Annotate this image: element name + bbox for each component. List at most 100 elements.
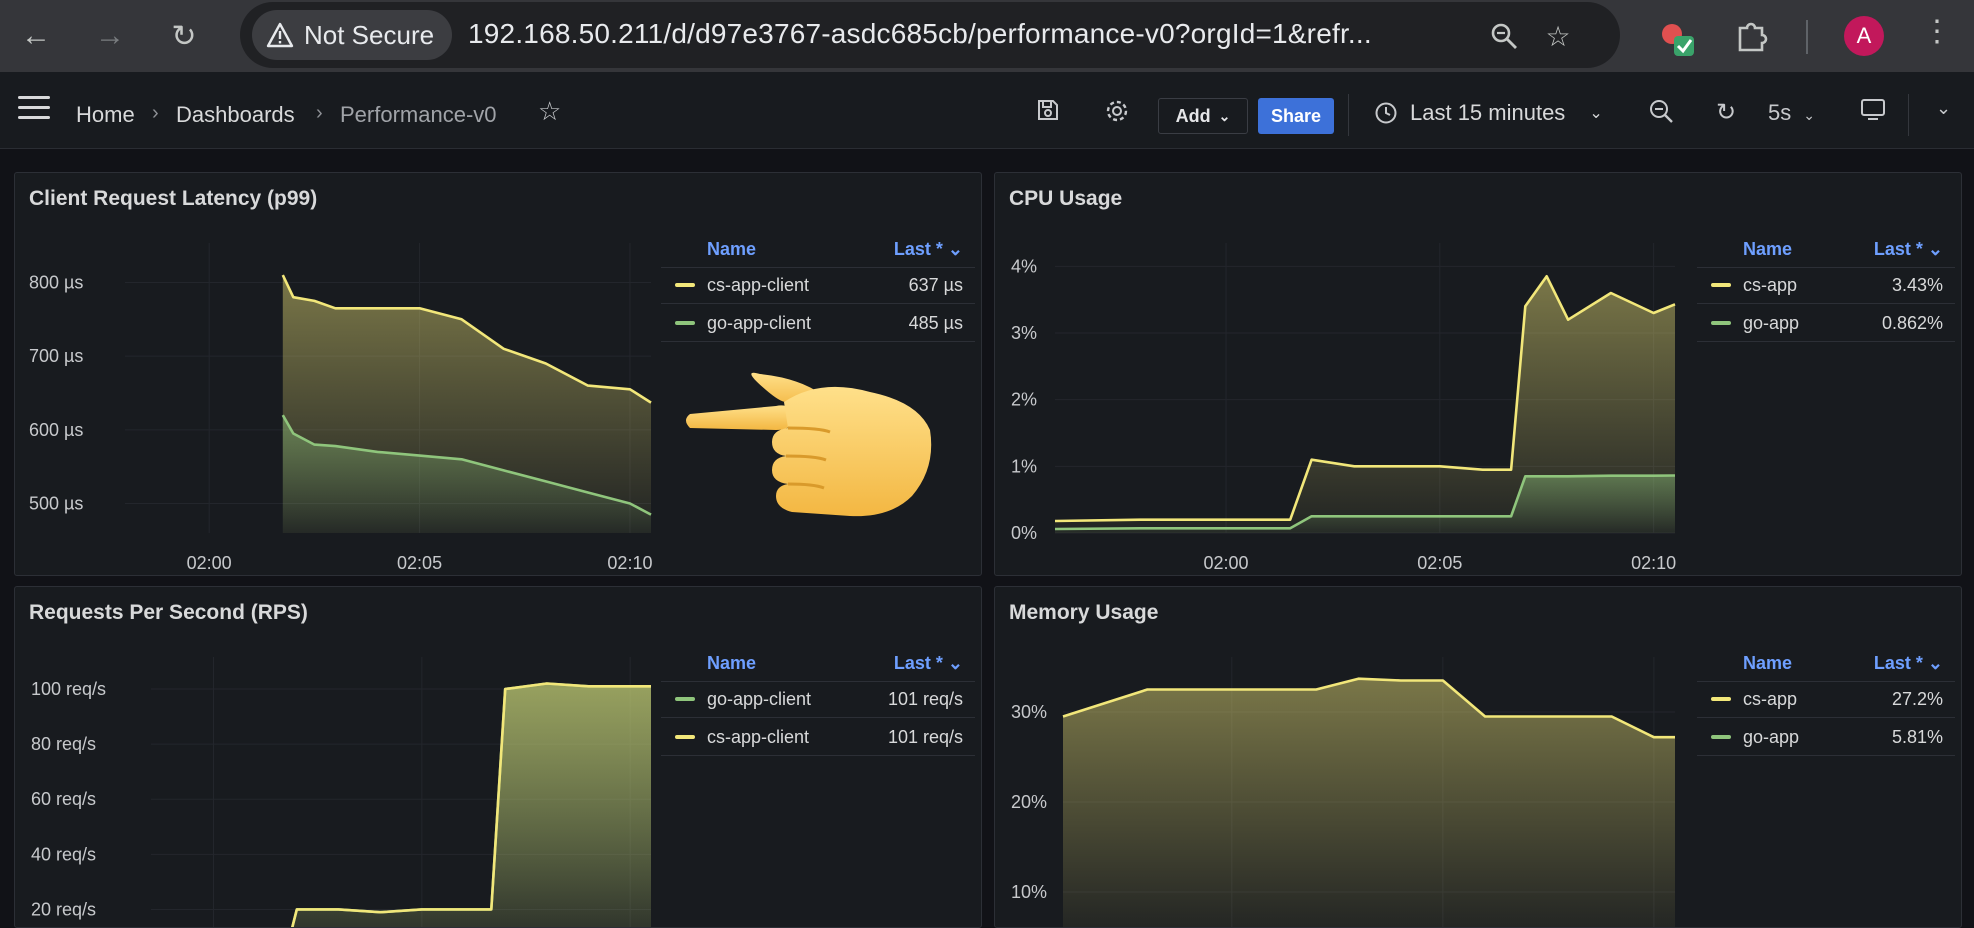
- legend-row[interactable]: go-app 5.81%: [1697, 719, 1955, 756]
- legend-header: Name Last * ⌄: [1697, 647, 1955, 682]
- legend-swatch: [675, 321, 695, 325]
- y-tick-label: 800 µs: [29, 272, 83, 292]
- legend-last-value: 101 req/s: [887, 689, 963, 709]
- legend-last-header[interactable]: Last * ⌄: [894, 239, 963, 260]
- extensions-puzzle-icon[interactable]: [1734, 18, 1774, 58]
- legend-row[interactable]: cs-app 3.43%: [1697, 267, 1955, 304]
- panel-cpu[interactable]: CPU Usage 0% 1% 2% 3% 4% 02:00 02:05 02:10 Name…: [994, 172, 1962, 576]
- profile-avatar[interactable]: A: [1844, 16, 1884, 56]
- time-range-label: Last 15 minutes: [1410, 100, 1566, 125]
- panel-memory[interactable]: Memory Usage 10% 20% 30% Name Last * ⌄ cs-ap…: [994, 586, 1962, 928]
- add-button-label: Add: [1175, 105, 1211, 126]
- favorite-star-icon[interactable]: ☆: [538, 96, 561, 127]
- legend-header: Name Last * ⌄: [661, 647, 975, 682]
- x-tick-label: 02:00: [187, 553, 232, 573]
- legend-last-value: 0.862%: [1881, 313, 1943, 333]
- extension-badge-icon[interactable]: [1658, 18, 1698, 58]
- rps-legend: Name Last * ⌄ go-app-client 101 req/s cs-app…: [661, 647, 975, 767]
- toolbar-divider: [1348, 94, 1349, 136]
- y-tick-label: 3%: [1011, 323, 1037, 343]
- panel-title: Requests Per Second (RPS): [29, 601, 308, 624]
- legend-last-header[interactable]: Last * ⌄: [1874, 653, 1943, 674]
- legend-name-header[interactable]: Name: [707, 239, 756, 260]
- add-button[interactable]: Add ⌄: [1158, 98, 1248, 134]
- breadcrumb-chevron-icon: ›: [152, 102, 159, 124]
- legend-row[interactable]: cs-app 27.2%: [1697, 681, 1955, 718]
- x-tick-label: 02:10: [607, 553, 652, 573]
- back-icon[interactable]: ←: [14, 14, 58, 58]
- x-tick-label: 02:05: [397, 553, 442, 573]
- settings-gear-icon[interactable]: [1104, 98, 1130, 131]
- y-tick-label: 40 req/s: [31, 844, 96, 864]
- legend-row[interactable]: go-app-client 101 req/s: [661, 681, 975, 718]
- legend-series-name: go-app: [1743, 313, 1800, 333]
- url-text[interactable]: 192.168.50.211/d/d97e3767-asdc685cb/perf…: [468, 18, 1372, 50]
- legend-name-header[interactable]: Name: [1743, 239, 1792, 260]
- chevron-down-icon: ⌄: [1803, 107, 1815, 123]
- y-tick-label: 20 req/s: [31, 899, 96, 919]
- x-tick-label: 02:00: [1204, 553, 1249, 573]
- address-bar[interactable]: Not Secure 192.168.50.211/d/d97e3767-asd…: [240, 2, 1620, 68]
- legend-last-value: 485 µs: [908, 313, 963, 333]
- refresh-interval-label: 5s: [1768, 100, 1792, 125]
- y-tick-label: 80 req/s: [31, 734, 96, 754]
- reload-icon[interactable]: ↻: [162, 14, 206, 58]
- collapse-chevron-icon[interactable]: ⌄: [1936, 98, 1951, 119]
- legend-swatch: [675, 283, 695, 287]
- legend-swatch: [1711, 283, 1731, 287]
- legend-last-value: 5.81%: [1891, 727, 1943, 747]
- legend-swatch: [1711, 697, 1731, 701]
- security-chip[interactable]: Not Secure: [252, 10, 453, 60]
- legend-last-value: 101 req/s: [887, 727, 963, 747]
- rps-chart[interactable]: 20 req/s 40 req/s 60 req/s 80 req/s 100 req/…: [15, 647, 665, 927]
- panel-title: Client Request Latency (p99): [29, 187, 318, 210]
- legend-last-header[interactable]: Last * ⌄: [894, 653, 963, 674]
- panel-title: Memory Usage: [1009, 601, 1159, 624]
- legend-row[interactable]: cs-app-client 101 req/s: [661, 719, 975, 756]
- panel-title: CPU Usage: [1009, 187, 1123, 210]
- zoom-out-icon[interactable]: [1648, 98, 1674, 131]
- legend-swatch: [675, 697, 695, 701]
- legend-swatch: [675, 735, 695, 739]
- x-tick-label: 02:05: [1417, 553, 1462, 573]
- legend-series-name: go-app-client: [707, 313, 812, 333]
- legend-series-name: cs-app: [1743, 689, 1798, 709]
- legend-last-value: 27.2%: [1891, 689, 1943, 709]
- y-tick-label: 2%: [1011, 390, 1037, 410]
- share-button[interactable]: Share: [1258, 98, 1334, 134]
- panel-rps[interactable]: Requests Per Second (RPS) 20 req/s 40 req…: [14, 586, 982, 928]
- cpu-chart[interactable]: 0% 1% 2% 3% 4% 02:00 02:05 02:10: [995, 233, 1695, 573]
- memory-chart[interactable]: 10% 20% 30%: [995, 647, 1695, 927]
- legend-row[interactable]: cs-app-client 637 µs: [661, 267, 975, 304]
- breadcrumb-chevron-icon: ›: [316, 102, 323, 124]
- toolbar-divider: [1908, 94, 1909, 136]
- legend-row[interactable]: go-app 0.862%: [1697, 305, 1955, 342]
- y-tick-label: 700 µs: [29, 346, 83, 366]
- x-tick-label: 02:10: [1631, 553, 1676, 573]
- zoom-icon[interactable]: [1486, 18, 1522, 54]
- legend-name-header[interactable]: Name: [1743, 653, 1792, 674]
- legend-name-header[interactable]: Name: [707, 653, 756, 674]
- breadcrumb-dashboards[interactable]: Dashboards: [176, 102, 295, 128]
- legend-row[interactable]: go-app-client 485 µs: [661, 305, 975, 342]
- y-tick-label: 500 µs: [29, 494, 83, 514]
- series-area-cs-app-client: [292, 683, 651, 927]
- tv-mode-icon[interactable]: [1860, 98, 1886, 129]
- time-range-picker[interactable]: Last 15 minutes ⌄: [1374, 100, 1603, 126]
- latency-chart[interactable]: 500 µs 600 µs 700 µs 800 µs 02:00 02:05 02:10: [15, 233, 665, 573]
- y-tick-label: 100 req/s: [31, 679, 106, 699]
- grafana-topbar: Home › Dashboards › Performance-v0 ☆ Add…: [0, 72, 1974, 149]
- latency-legend: Name Last * ⌄ cs-app-client 637 µs go-app-cl…: [661, 233, 975, 353]
- menu-kebab-icon[interactable]: ⋮: [1922, 14, 1952, 49]
- y-tick-label: 30%: [1011, 702, 1047, 722]
- legend-last-value: 3.43%: [1891, 275, 1943, 295]
- save-icon[interactable]: [1036, 98, 1060, 129]
- refresh-interval[interactable]: 5s ⌄: [1768, 100, 1815, 126]
- bookmark-star-icon[interactable]: ☆: [1540, 18, 1576, 54]
- breadcrumb-home[interactable]: Home: [76, 102, 135, 128]
- legend-swatch: [1711, 321, 1731, 325]
- forward-icon[interactable]: →: [88, 14, 132, 58]
- legend-last-header[interactable]: Last * ⌄: [1874, 239, 1943, 260]
- refresh-icon[interactable]: ↻: [1716, 98, 1736, 127]
- menu-hamburger-icon[interactable]: [18, 96, 50, 120]
